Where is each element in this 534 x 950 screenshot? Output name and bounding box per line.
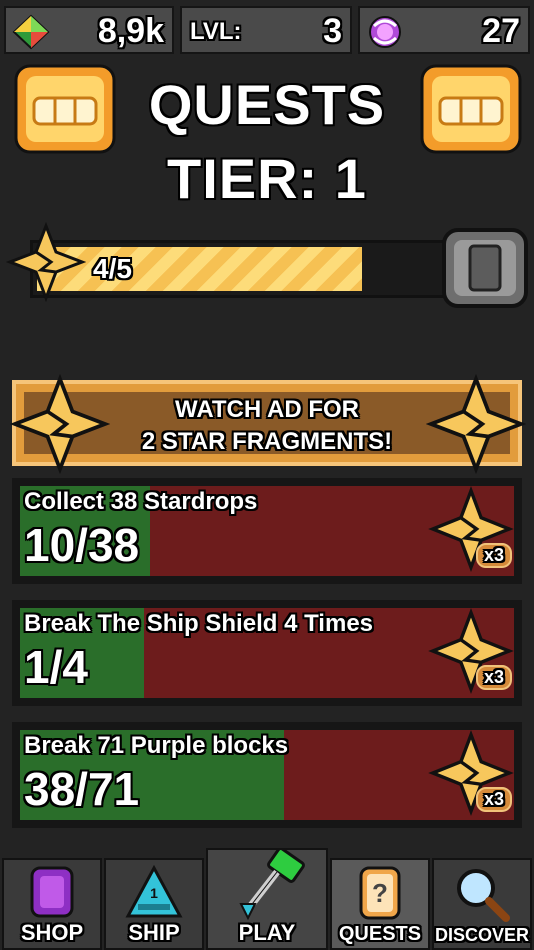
tier-progress-text: 4/5 <box>93 253 132 284</box>
star-fragment-icon <box>9 373 111 479</box>
nav-discover-label: DISCOVER <box>434 925 530 945</box>
quest-progress: 38/71 <box>24 763 140 815</box>
quest-scroll-glyph: ? <box>372 878 388 908</box>
level-value: 3 <box>323 12 342 50</box>
ship-icon: 1 <box>124 864 184 927</box>
quest-card: Collect 38 Stardrops 10/38 x3 <box>12 478 522 584</box>
page-title: QUESTS <box>148 73 386 136</box>
nav-play[interactable]: PLAY <box>206 847 328 950</box>
nav-shop-label: SHOP <box>20 920 84 945</box>
nav-play-label: PLAY <box>238 920 296 945</box>
gem-icon <box>12 14 50 55</box>
quest-scroll-icon: ? <box>357 864 403 927</box>
tier-progress-bar: 4/5 <box>30 240 450 298</box>
quest-reward: x3 <box>426 606 516 696</box>
level-label: LVL: <box>190 18 242 45</box>
quest-progress: 10/38 <box>24 519 140 571</box>
currency-value: 27 <box>482 12 520 50</box>
reward-multiplier: x3 <box>475 787 512 812</box>
currency-counter: 27 <box>358 6 530 54</box>
gems-value: 8,9k <box>97 12 164 50</box>
swirl-coin-icon <box>366 14 404 55</box>
shop-icon <box>28 864 76 925</box>
quest-reward: x3 <box>426 484 516 574</box>
nav-discover[interactable]: DISCOVER <box>432 858 532 950</box>
quest-name: Break The Ship Shield 4 Times <box>24 610 374 637</box>
quest-name: Collect 38 Stardrops <box>24 488 258 515</box>
quest-card: Break The Ship Shield 4 Times 1/4 x3 <box>12 600 522 706</box>
quest-reward: x3 <box>426 728 516 818</box>
locked-chest-icon[interactable] <box>440 226 530 317</box>
nav-shop[interactable]: SHOP <box>2 858 102 950</box>
quest-name: Break 71 Purple blocks <box>24 732 289 759</box>
nav-quests[interactable]: ? QUESTS <box>330 858 430 950</box>
magnifier-icon <box>452 864 512 929</box>
nav-ship-label: SHIP <box>128 920 180 945</box>
quest-card: Break 71 Purple blocks 38/71 x3 <box>12 722 522 828</box>
level-counter: LVL: 3 <box>180 6 352 54</box>
gems-counter: 8,9k <box>4 6 174 54</box>
star-fragment-icon <box>5 221 87 307</box>
quest-progress: 1/4 <box>24 641 88 693</box>
nav-quests-label: QUESTS <box>338 923 422 945</box>
reward-multiplier: x3 <box>475 543 512 568</box>
star-fragment-icon <box>425 373 527 479</box>
ship-badge: 1 <box>150 885 158 901</box>
tier-title: TIER: 1 <box>167 147 367 210</box>
reward-multiplier: x3 <box>475 665 512 690</box>
nav-ship[interactable]: 1 SHIP <box>104 858 204 950</box>
hammer-icon <box>225 847 309 927</box>
